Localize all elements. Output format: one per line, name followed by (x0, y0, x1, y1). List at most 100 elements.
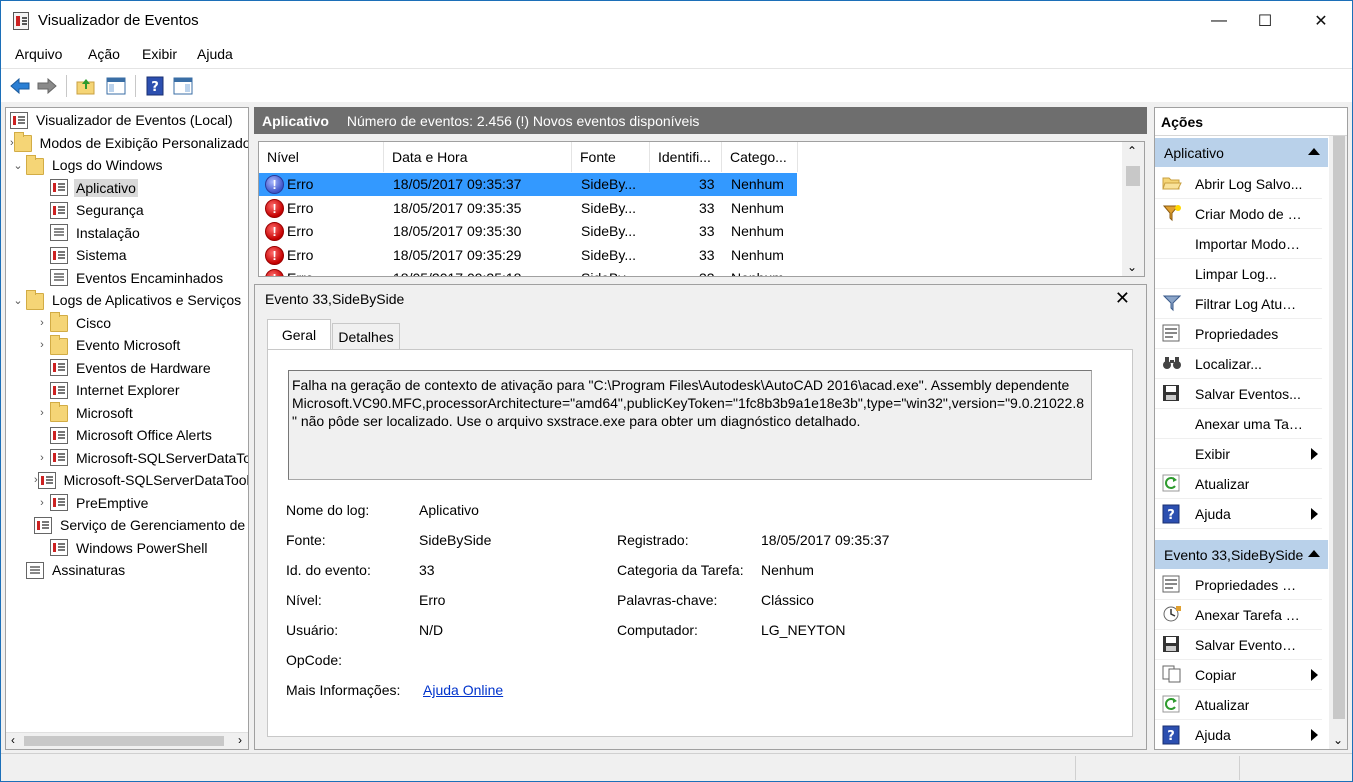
menu-ajuda[interactable]: Ajuda (197, 46, 233, 62)
tree-expand-icon[interactable]: › (34, 452, 50, 464)
action-items1-2[interactable]: Importar Modo de Exibição Personalizado.… (1155, 229, 1322, 259)
blank-icon (1162, 444, 1182, 464)
collapse-caret-icon[interactable] (1308, 148, 1320, 155)
scroll-thumb[interactable] (24, 736, 224, 746)
toolbar: ? (1, 68, 1352, 102)
tree-item-servico-gerenciamento[interactable]: Serviço de Gerenciamento de Chaves (34, 514, 248, 536)
action-items1-1[interactable]: Criar Modo de Exibição Personalizado... (1155, 199, 1322, 229)
tree-expand-icon[interactable]: › (34, 339, 50, 351)
action-items2-3[interactable]: Copiar (1155, 660, 1322, 690)
tree-expand-icon[interactable]: ⌄ (10, 294, 26, 307)
column-header-id[interactable]: Identifi... (650, 142, 722, 172)
actions-section-aplicativo[interactable]: Aplicativo (1155, 138, 1328, 167)
tree-expand-icon[interactable]: ⌄ (10, 159, 26, 172)
action-items2-0[interactable]: Propriedades do Evento (1155, 570, 1322, 600)
online-help-link[interactable]: Ajuda Online (423, 682, 503, 698)
action-items2-1[interactable]: Anexar Tarefa a Este Evento... (1155, 600, 1322, 630)
tree-expand-icon[interactable]: › (34, 497, 50, 509)
action-items2-5[interactable]: ? Ajuda (1155, 720, 1322, 749)
column-header-category[interactable]: Catego... (722, 142, 798, 172)
actions-vertical-scrollbar[interactable]: ⌄ (1329, 136, 1347, 749)
tree-item-preemptive[interactable]: › PreEmptive (34, 492, 150, 514)
tree-item-root[interactable]: Visualizador de Eventos (Local) (10, 109, 235, 131)
tree-item-microsoft[interactable]: › Microsoft (34, 402, 135, 424)
action-items1-11[interactable]: ? Ajuda (1155, 499, 1322, 529)
close-button[interactable]: ✕ (1298, 1, 1344, 41)
scroll-left-icon[interactable]: ‹ (11, 733, 15, 747)
tree-item-sqlserverdatatoolsvs[interactable]: ›Microsoft-SQLServerDataToolsVS (34, 469, 248, 491)
action-items1-9[interactable]: Exibir (1155, 439, 1322, 469)
navigation-tree[interactable]: ‹ › Visualizador de Eventos (Local) › Modo… (5, 107, 249, 750)
tree-item-cisco[interactable]: › Cisco (34, 312, 113, 334)
event-viewer-app-icon (13, 12, 29, 30)
column-header-level[interactable]: Nível (259, 142, 384, 172)
back-arrow-icon[interactable] (9, 75, 31, 97)
collapse-caret-icon[interactable] (1308, 550, 1320, 557)
tree-item-sistema[interactable]: Sistema (34, 244, 129, 266)
maximize-button[interactable]: ☐ (1242, 1, 1288, 41)
scroll-up-icon[interactable]: ⌃ (1127, 144, 1137, 158)
tree-item-custom-views[interactable]: › Modos de Exibição Personalizados (10, 132, 248, 154)
tree-item-seguranca[interactable]: Segurança (34, 199, 146, 221)
scroll-thumb[interactable] (1333, 136, 1345, 719)
tree-horizontal-scrollbar[interactable]: ‹ › (6, 732, 248, 749)
close-detail-icon[interactable]: ✕ (1115, 288, 1130, 309)
scroll-down-icon[interactable]: ⌄ (1127, 260, 1137, 274)
forward-arrow-icon[interactable] (36, 75, 58, 97)
up-folder-icon[interactable] (75, 75, 97, 97)
tab-geral[interactable]: Geral (267, 319, 331, 350)
action-items1-8[interactable]: Anexar uma Tarefa... (1155, 409, 1322, 439)
table-row[interactable]: ! Erro 18/05/2017 09:35:37 SideBy... 33 Nenhu… (259, 173, 797, 196)
minimize-button[interactable]: — (1196, 1, 1242, 41)
tree-item-aplicativo[interactable]: Aplicativo (34, 177, 138, 199)
column-header-source[interactable]: Fonte (572, 142, 650, 172)
tree-item-evento-microsoft[interactable]: › Evento Microsoft (34, 334, 182, 356)
menu-arquivo[interactable]: Arquivo (15, 46, 62, 62)
event-message[interactable]: Falha na geração de contexto de ativação… (288, 370, 1092, 480)
scroll-down-icon[interactable]: ⌄ (1333, 733, 1343, 747)
tree-expand-icon[interactable]: › (34, 317, 50, 329)
action-items1-3[interactable]: Limpar Log... (1155, 259, 1322, 289)
tree-item-app-services-logs[interactable]: ⌄ Logs de Aplicativos e Serviços (10, 289, 243, 311)
field-label-source: Fonte: (286, 532, 326, 548)
table-row[interactable]: ! Erro 18/05/2017 09:35:30 SideBy... 33 Nenhu… (259, 220, 797, 243)
tree-item-sqlserverdatatools[interactable]: › Microsoft-SQLServerDataTools (34, 447, 248, 469)
save-icon (1162, 635, 1182, 655)
scroll-right-icon[interactable]: › (238, 733, 242, 747)
action-items1-10[interactable]: Atualizar (1155, 469, 1322, 499)
menu-exibir[interactable]: Exibir (142, 46, 177, 62)
tree-item-microsoft-office-alerts[interactable]: Microsoft Office Alerts (34, 424, 214, 446)
table-row[interactable]: ! Erro 18/05/2017 09:35:35 SideBy... 33 Nenhu… (259, 197, 797, 220)
action-label: Anexar uma Tarefa... (1195, 415, 1303, 432)
table-row[interactable]: ! Erro 18/05/2017 09:35:29 SideBy... 33 Nenhu… (259, 244, 797, 267)
action-items1-4[interactable]: Filtrar Log Atual... (1155, 289, 1322, 319)
show-hide-actions-icon[interactable] (172, 75, 194, 97)
action-items2-4[interactable]: Atualizar (1155, 690, 1322, 720)
help-icon[interactable]: ? (144, 75, 166, 97)
scroll-thumb[interactable] (1126, 166, 1140, 186)
menu-acao[interactable]: Ação (88, 46, 120, 62)
action-items1-7[interactable]: Salvar Eventos... (1155, 379, 1322, 409)
tree-item-eventos-encaminhados[interactable]: Eventos Encaminhados (34, 267, 225, 289)
tree-item-instalacao[interactable]: Instalação (34, 222, 142, 244)
action-items2-2[interactable]: Salvar Eventos Selecionados... (1155, 630, 1322, 660)
tree-item-assinaturas[interactable]: Assinaturas (10, 559, 127, 581)
action-label: Atualizar (1195, 696, 1250, 713)
event-list[interactable]: Nível Data e Hora Fonte Identifi... Cate… (258, 141, 1145, 277)
show-hide-tree-icon[interactable] (105, 75, 127, 97)
actions-section-event[interactable]: Evento 33,SideBySide (1155, 540, 1328, 569)
tree-expand-icon[interactable]: › (34, 407, 50, 419)
event-list-vertical-scrollbar[interactable]: ⌃ ⌄ (1122, 142, 1144, 276)
svg-text:?: ? (1167, 729, 1175, 744)
action-label: Localizar... (1195, 355, 1262, 372)
action-items1-0[interactable]: Abrir Log Salvo... (1155, 169, 1322, 199)
tree-item-eventos-hardware[interactable]: Eventos de Hardware (34, 357, 213, 379)
tab-detalhes[interactable]: Detalhes (332, 323, 400, 351)
tree-item-windows-powershell[interactable]: Windows PowerShell (34, 537, 210, 559)
table-row[interactable]: !Erro 18/05/2017 09:35:18 SideBy... 33 Nenhu… (259, 267, 797, 276)
tree-item-windows-logs[interactable]: ⌄ Logs do Windows (10, 154, 165, 176)
action-items1-5[interactable]: Propriedades (1155, 319, 1322, 349)
tree-item-internet-explorer[interactable]: Internet Explorer (34, 379, 182, 401)
column-header-datetime[interactable]: Data e Hora (384, 142, 572, 172)
action-items1-6[interactable]: Localizar... (1155, 349, 1322, 379)
